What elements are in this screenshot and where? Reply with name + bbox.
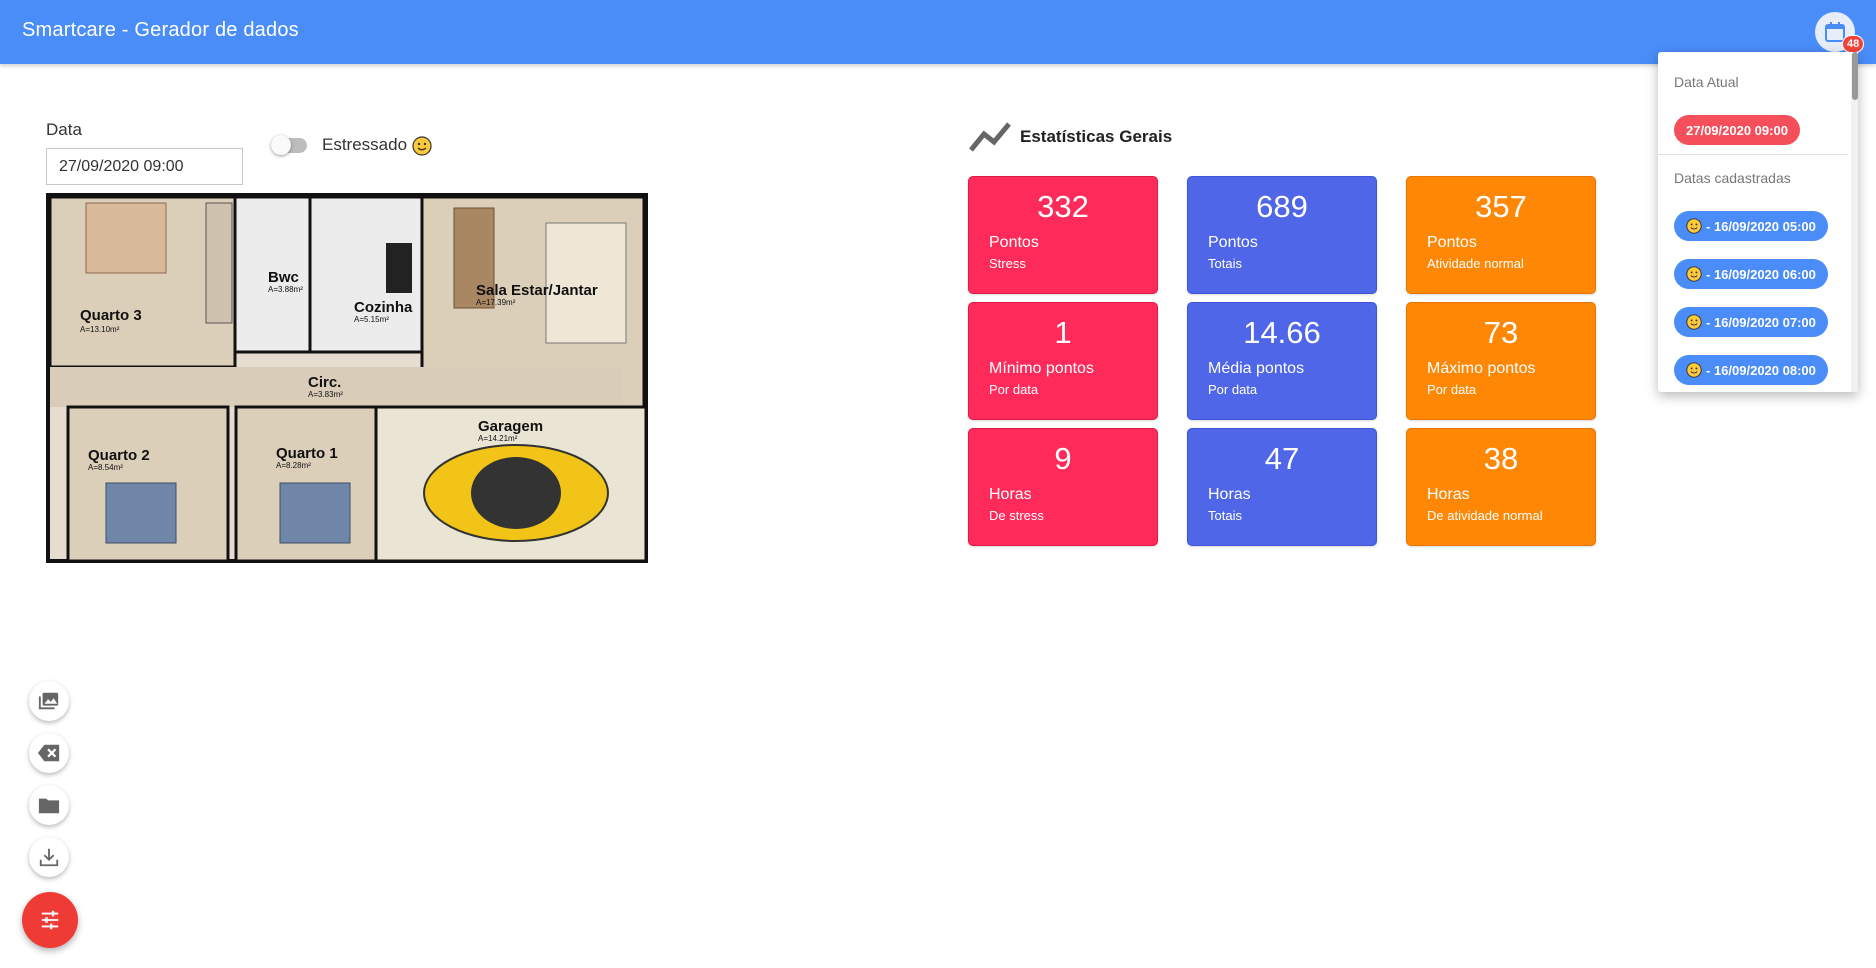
stat-label: Mínimo pontos bbox=[989, 360, 1094, 377]
dropdown-scrollbar[interactable] bbox=[1851, 52, 1858, 392]
date-label: Data bbox=[46, 120, 82, 139]
stat-card-normal-hours: 38 Horas De atividade normal bbox=[1406, 428, 1596, 546]
stat-card-max-points: 73 Máximo pontos Por data bbox=[1406, 302, 1596, 420]
stat-label: Máximo pontos bbox=[1427, 360, 1536, 377]
room-area-bwc: A=3.88m² bbox=[268, 285, 303, 294]
room-label-garagem: Garagem bbox=[478, 418, 543, 435]
stat-label: Pontos bbox=[1427, 234, 1477, 251]
stat-sub: De stress bbox=[989, 508, 1044, 523]
floorplan-image: Quarto 3 A=13.10m² Bwc A=3.88m² Cozinha … bbox=[46, 193, 648, 563]
registered-date-text: - 16/09/2020 05:00 bbox=[1706, 218, 1816, 234]
tune-icon bbox=[41, 910, 59, 930]
stat-sub: Totais bbox=[1208, 508, 1242, 523]
room-area-sala: A=17.39m² bbox=[476, 298, 516, 307]
registered-date-chip[interactable]: - 16/09/2020 06:00 bbox=[1674, 259, 1828, 289]
stat-value: 73 bbox=[1483, 315, 1519, 350]
smiley-icon bbox=[1686, 314, 1702, 330]
room-label-quarto-1: Quarto 1 bbox=[276, 445, 338, 462]
room-area-cozinha: A=5.15m² bbox=[354, 315, 389, 324]
stat-value: 332 bbox=[1037, 189, 1089, 224]
stats-title: Estatísticas Gerais bbox=[1020, 127, 1173, 146]
stat-label: Horas bbox=[989, 486, 1032, 503]
stat-label: Média pontos bbox=[1208, 360, 1305, 377]
stat-label: Pontos bbox=[989, 234, 1039, 251]
settings-fab[interactable] bbox=[22, 892, 78, 948]
open-folder-button[interactable] bbox=[29, 785, 69, 825]
app-bar: Smartcare - Gerador de dados bbox=[0, 0, 1876, 64]
stat-card-min-points: 1 Mínimo pontos Por data bbox=[968, 302, 1158, 420]
room-label-cozinha: Cozinha bbox=[354, 299, 413, 316]
registered-dates-heading: Datas cadastradas bbox=[1674, 170, 1791, 186]
room-area-quarto-2: A=8.54m² bbox=[88, 463, 123, 472]
registered-date-chip[interactable]: - 16/09/2020 08:00 bbox=[1674, 355, 1828, 385]
clear-button[interactable] bbox=[29, 733, 69, 773]
registered-date-text: - 16/09/2020 06:00 bbox=[1706, 266, 1816, 282]
room-label-quarto-3: Quarto 3 bbox=[80, 307, 142, 324]
room-area-quarto-3: A=13.10m² bbox=[80, 325, 120, 334]
registered-date-chip[interactable]: - 16/09/2020 07:00 bbox=[1674, 307, 1828, 337]
scrollbar-thumb[interactable] bbox=[1852, 52, 1858, 100]
date-input[interactable] bbox=[46, 148, 243, 185]
stat-value: 47 bbox=[1264, 441, 1300, 476]
stat-value: 9 bbox=[1054, 441, 1072, 476]
registered-date-chip[interactable]: - 16/09/2020 05:00 bbox=[1674, 211, 1828, 241]
stat-value: 357 bbox=[1475, 189, 1527, 224]
stat-card-stress-hours: 9 Horas De stress bbox=[968, 428, 1158, 546]
stat-label: Horas bbox=[1427, 486, 1470, 503]
registered-date-text: - 16/09/2020 08:00 bbox=[1706, 362, 1816, 378]
room-area-garagem: A=14.21m² bbox=[478, 434, 518, 443]
folder-icon bbox=[38, 798, 60, 814]
current-date-chip[interactable]: 27/09/2020 09:00 bbox=[1674, 115, 1800, 145]
current-date-heading: Data Atual bbox=[1674, 74, 1739, 90]
dropdown-divider bbox=[1658, 154, 1848, 155]
room-area-circ: A=3.83m² bbox=[308, 390, 343, 399]
stat-sub: Atividade normal bbox=[1427, 256, 1524, 271]
room-area-quarto-1: A=8.28m² bbox=[276, 461, 311, 470]
stressed-toggle-label: Estressado bbox=[322, 135, 432, 156]
stat-sub: Por data bbox=[1427, 382, 1477, 397]
smiley-icon bbox=[1686, 266, 1702, 282]
room-label-bwc: Bwc bbox=[268, 269, 299, 286]
room-label-quarto-2: Quarto 2 bbox=[88, 447, 150, 464]
trending-icon bbox=[969, 122, 1011, 152]
stat-card-total-hours: 47 Horas Totais bbox=[1187, 428, 1377, 546]
smiley-icon bbox=[1686, 362, 1702, 378]
room-label-sala: Sala Estar/Jantar bbox=[476, 282, 598, 299]
stat-sub: Por data bbox=[1208, 382, 1258, 397]
stat-card-stress-points: 332 Pontos Stress bbox=[968, 176, 1158, 294]
smiley-icon bbox=[412, 135, 432, 156]
stat-value: 689 bbox=[1256, 189, 1308, 224]
stat-sub: Por data bbox=[989, 382, 1039, 397]
backspace-icon bbox=[37, 744, 60, 762]
toggle-knob bbox=[271, 135, 291, 155]
stat-label: Pontos bbox=[1208, 234, 1258, 251]
app-title: Smartcare - Gerador de dados bbox=[22, 19, 299, 41]
stat-sub: Stress bbox=[989, 256, 1026, 271]
stat-card-normal-points: 357 Pontos Atividade normal bbox=[1406, 176, 1596, 294]
stat-value: 38 bbox=[1483, 441, 1519, 476]
download-icon bbox=[39, 848, 59, 867]
stat-sub: De atividade normal bbox=[1427, 508, 1543, 523]
dates-dropdown: Data Atual 27/09/2020 09:00 Datas cadast… bbox=[1658, 52, 1858, 392]
stat-label: Horas bbox=[1208, 486, 1251, 503]
gallery-button[interactable] bbox=[29, 681, 69, 721]
stat-value: 1 bbox=[1054, 315, 1072, 350]
room-label-circ: Circ. bbox=[308, 374, 341, 391]
toggle-label-text: Estressado bbox=[322, 135, 408, 154]
stat-sub: Totais bbox=[1208, 256, 1242, 271]
stat-card-avg-points: 14.66 Média pontos Por data bbox=[1187, 302, 1377, 420]
stressed-toggle[interactable] bbox=[271, 135, 307, 155]
stats-header: Estatísticas Gerais bbox=[968, 120, 1172, 154]
stat-value: 14.66 bbox=[1243, 315, 1321, 350]
smiley-icon bbox=[1686, 218, 1702, 234]
calendar-badge: 48 bbox=[1842, 35, 1865, 53]
download-button[interactable] bbox=[29, 837, 69, 877]
registered-date-text: - 16/09/2020 07:00 bbox=[1706, 314, 1816, 330]
stat-card-total-points: 689 Pontos Totais bbox=[1187, 176, 1377, 294]
gallery-icon bbox=[38, 692, 59, 710]
